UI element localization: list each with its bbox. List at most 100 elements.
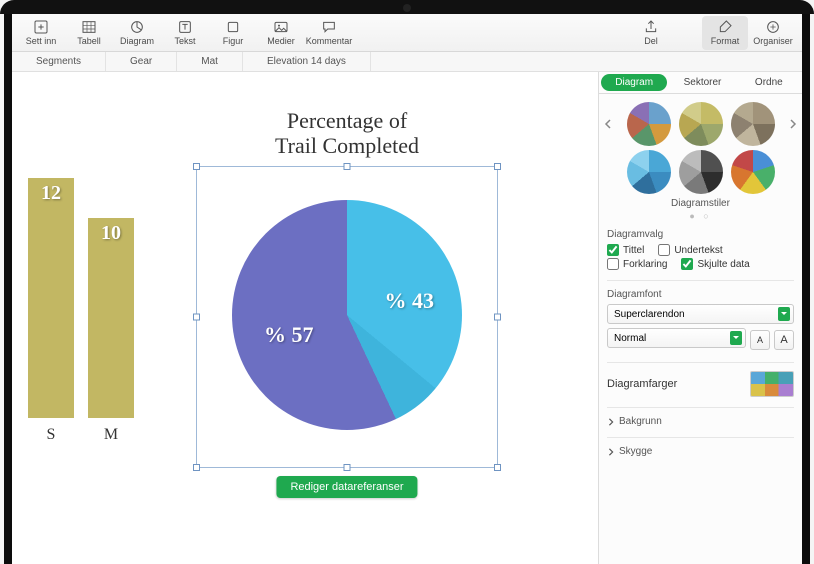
- font-style-row: A A: [607, 328, 794, 352]
- font-size-decrease[interactable]: A: [750, 330, 770, 350]
- options-row-2: Forklaring Skjulte data: [607, 258, 794, 270]
- chart-style-6[interactable]: [731, 150, 775, 194]
- share-icon: [643, 19, 659, 35]
- chart-label: Diagram: [120, 36, 154, 46]
- canvas[interactable]: 12 10 S M Percentage of Trail Completed: [12, 72, 598, 564]
- comment-icon: [321, 19, 337, 35]
- inspector-panel: Diagram Sektorer Ordne: [598, 72, 802, 564]
- opt-hidden-label: Skjulte data: [697, 259, 749, 270]
- pie-chart-group[interactable]: Percentage of Trail Completed % 43 % 57: [202, 108, 492, 159]
- opt-legend-input[interactable]: [607, 258, 619, 270]
- font-style-select[interactable]: [607, 328, 746, 348]
- chart-style-5[interactable]: [679, 150, 723, 194]
- opt-legend-label: Forklaring: [623, 259, 667, 270]
- bar-chart[interactable]: 12 10 S M: [12, 148, 172, 448]
- sheet-tab-segments[interactable]: Segments: [12, 52, 106, 71]
- font-style-select-wrap[interactable]: [607, 328, 746, 352]
- bar-2: 10: [88, 218, 134, 418]
- format-button[interactable]: Format: [702, 16, 748, 50]
- handle-bl[interactable]: [193, 464, 200, 471]
- shadow-label: Skygge: [619, 446, 652, 457]
- font-family-select[interactable]: [607, 304, 794, 324]
- pie-icon: [129, 19, 145, 35]
- media-label: Medier: [267, 36, 295, 46]
- handle-r[interactable]: [494, 314, 501, 321]
- opt-hidden-input[interactable]: [681, 258, 693, 270]
- bar-1: 12: [28, 178, 74, 418]
- shape-label: Figur: [223, 36, 244, 46]
- chart-styles-label: Diagramstiler: [607, 198, 794, 209]
- share-label: Del: [644, 36, 658, 46]
- opt-title-input[interactable]: [607, 244, 619, 256]
- handle-b[interactable]: [344, 464, 351, 471]
- tab-arrange[interactable]: Ordne: [736, 72, 802, 93]
- chart-style-4[interactable]: [627, 150, 671, 194]
- shape-button[interactable]: Figur: [210, 16, 256, 50]
- font-size-increase[interactable]: A: [774, 330, 794, 350]
- app-window: Sett inn Tabell Diagram Tekst Figur: [4, 14, 810, 564]
- insert-button[interactable]: Sett inn: [18, 16, 64, 50]
- organize-button[interactable]: Organiser: [750, 16, 796, 50]
- image-icon: [273, 19, 289, 35]
- background-disclosure[interactable]: Bakgrunn: [607, 407, 794, 427]
- bar-axis-1: S: [28, 426, 74, 444]
- style-page-dots[interactable]: ● ○: [607, 211, 794, 221]
- chart-styles-row-2: [607, 150, 794, 194]
- edit-data-references-button[interactable]: Rediger datareferanser: [276, 476, 417, 498]
- chart-colors-label: Diagramfarger: [607, 378, 677, 390]
- format-label: Format: [711, 36, 740, 46]
- chart-styles-row-1: [607, 102, 794, 146]
- text-button[interactable]: Tekst: [162, 16, 208, 50]
- bar-2-value: 10: [88, 222, 134, 245]
- chevron-right-icon[interactable]: [788, 119, 798, 129]
- comment-label: Kommentar: [306, 36, 353, 46]
- chart-style-2[interactable]: [679, 102, 723, 146]
- sheet-tab-elevation[interactable]: Elevation 14 days: [243, 52, 371, 71]
- sheet-tabs: Segments Gear Mat Elevation 14 days: [12, 52, 802, 72]
- media-button[interactable]: Medier: [258, 16, 304, 50]
- chart-style-1[interactable]: [627, 102, 671, 146]
- sheet-tab-gear[interactable]: Gear: [106, 52, 177, 71]
- chevron-left-icon[interactable]: [603, 119, 613, 129]
- handle-tr[interactable]: [494, 163, 501, 170]
- pie-title: Percentage of Trail Completed: [202, 108, 492, 159]
- table-button[interactable]: Tabell: [66, 16, 112, 50]
- font-family-select-wrap[interactable]: [607, 304, 794, 328]
- chevron-right-icon: [607, 418, 615, 426]
- options-row-1: Tittel Undertekst: [607, 244, 794, 256]
- toolbar: Sett inn Tabell Diagram Tekst Figur: [12, 14, 802, 52]
- insert-label: Sett inn: [26, 36, 57, 46]
- pie-label-b: % 57: [264, 322, 314, 348]
- background-label: Bakgrunn: [619, 416, 662, 427]
- text-label: Tekst: [174, 36, 195, 46]
- share-button[interactable]: Del: [628, 16, 674, 50]
- sheet-tab-mat[interactable]: Mat: [177, 52, 243, 71]
- opt-title-check[interactable]: Tittel: [607, 244, 644, 256]
- chart-colors-picker[interactable]: [750, 371, 794, 397]
- inspector-tabs: Diagram Sektorer Ordne: [599, 72, 802, 94]
- tab-diagram[interactable]: Diagram: [601, 74, 667, 91]
- toolbar-right-group: Del Format Organiser: [628, 16, 796, 50]
- pie-label-a: % 43: [385, 288, 435, 314]
- opt-hidden-check[interactable]: Skjulte data: [681, 258, 749, 270]
- table-label: Tabell: [77, 36, 101, 46]
- handle-br[interactable]: [494, 464, 501, 471]
- shadow-disclosure[interactable]: Skygge: [607, 437, 794, 457]
- opt-subtitle-input[interactable]: [658, 244, 670, 256]
- pie-chart[interactable]: % 43 % 57: [232, 200, 462, 430]
- handle-t[interactable]: [344, 163, 351, 170]
- opt-legend-check[interactable]: Forklaring: [607, 258, 667, 270]
- chart-style-3[interactable]: [731, 102, 775, 146]
- organize-label: Organiser: [753, 36, 793, 46]
- inspector-body: Diagramstiler ● ○ Diagramvalg Tittel Und…: [599, 94, 802, 564]
- tab-sectors[interactable]: Sektorer: [669, 72, 735, 93]
- handle-l[interactable]: [193, 314, 200, 321]
- handle-tl[interactable]: [193, 163, 200, 170]
- font-title: Diagramfont: [607, 280, 794, 300]
- chart-button[interactable]: Diagram: [114, 16, 160, 50]
- opt-title-label: Tittel: [623, 245, 644, 256]
- chart-colors-row: Diagramfarger: [607, 362, 794, 397]
- opt-subtitle-check[interactable]: Undertekst: [658, 244, 722, 256]
- bar-axis-2: M: [88, 426, 134, 444]
- comment-button[interactable]: Kommentar: [306, 16, 352, 50]
